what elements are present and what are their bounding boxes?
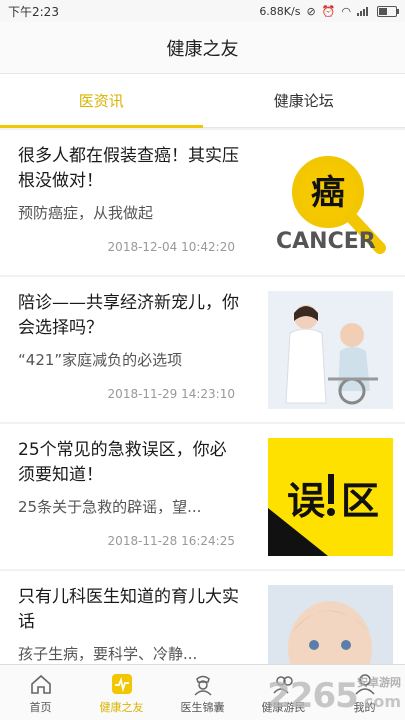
watermark: 2265.com 安卓游网 [267, 676, 401, 716]
tab-health-forum[interactable]: 健康论坛 [203, 74, 405, 127]
nav-label: 医生锦囊 [180, 700, 225, 714]
image-char: 癌 [311, 173, 345, 213]
article-thumbnail: 误 区 [268, 438, 393, 556]
watermark-suffix: .com [357, 692, 401, 711]
tab-bar: 医资讯 健康论坛 [0, 74, 405, 128]
nurse-patient-image [268, 291, 393, 409]
battery-icon [377, 5, 399, 17]
article-subtitle: 孩子生病，要科学、冷静... [18, 645, 198, 663]
article-list: 很多人都在假装查癌！其实压根没做对！ 预防癌症，从我做起 2018-12-04 … [0, 130, 405, 664]
nav-health-friend[interactable]: 健康之友 [81, 665, 162, 720]
nav-home[interactable]: 首页 [0, 665, 81, 720]
image-right-char: 区 [341, 479, 379, 523]
nav-doctor-tips[interactable]: 医生锦囊 [162, 665, 243, 720]
image-left-char: 误 [287, 479, 325, 523]
article-time: 2018-11-29 14:23:10 [107, 387, 235, 401]
error-zone-image: 误 区 [268, 438, 393, 556]
status-icons: 6.88K/s ⊘ ⏰ ◠ [259, 4, 399, 18]
image-word: CANCER [276, 229, 376, 254]
doctor-icon [193, 675, 212, 696]
article-subtitle: 25条关于急救的辟谣，望... [18, 498, 202, 516]
article-subtitle: 预防癌症，从我做起 [18, 204, 154, 222]
article-item[interactable]: 只有儿科医生知道的育儿大实话 孩子生病，要科学、冷静... [0, 571, 405, 664]
article-thumbnail [268, 291, 393, 409]
status-bar: 下午2:23 6.88K/s ⊘ ⏰ ◠ [0, 0, 405, 22]
home-icon [30, 674, 51, 694]
status-time: 下午2:23 [8, 4, 59, 19]
baby-image [268, 585, 393, 664]
article-item[interactable]: 25个常见的急救误区，你必须要知道！ 25条关于急救的辟谣，望... 2018-… [0, 424, 405, 569]
article-item[interactable]: 陪诊——共享经济新宠儿，你会选择吗？ “421”家庭减负的必选项 2018-11… [0, 277, 405, 422]
watermark-site: 安卓游网 [357, 676, 401, 689]
article-title: 25个常见的急救误区，你必须要知道！ [18, 440, 227, 485]
article-title: 只有儿科医生知道的育儿大实话 [18, 587, 239, 632]
watermark-number: 2265 [267, 676, 359, 716]
pulse-icon [111, 673, 132, 694]
article-time: 2018-11-28 16:24:25 [107, 534, 235, 548]
article-thumbnail: 癌 CANCER [268, 144, 393, 262]
page-title: 健康之友 [0, 22, 405, 74]
network-speed: 6.88K/s [259, 4, 301, 18]
nav-label: 健康之友 [99, 700, 144, 714]
article-subtitle: “421”家庭减负的必选项 [18, 351, 183, 369]
article-thumbnail [268, 585, 393, 664]
article-title: 很多人都在假装查癌！其实压根没做对！ [18, 146, 239, 191]
alarm-icon: ⏰ [321, 4, 336, 18]
mute-icon: ⊘ [306, 4, 316, 18]
signal-icon [357, 6, 371, 16]
tab-medical-news[interactable]: 医资讯 [0, 74, 203, 128]
wifi-icon: ◠ [341, 4, 351, 18]
cancer-magnifier-image: 癌 CANCER [276, 156, 386, 254]
article-item[interactable]: 很多人都在假装查癌！其实压根没做对！ 预防癌症，从我做起 2018-12-04 … [0, 130, 405, 275]
article-time: 2018-12-04 10:42:20 [107, 240, 235, 254]
article-title: 陪诊——共享经济新宠儿，你会选择吗？ [18, 293, 239, 338]
nav-label: 首页 [29, 700, 52, 714]
